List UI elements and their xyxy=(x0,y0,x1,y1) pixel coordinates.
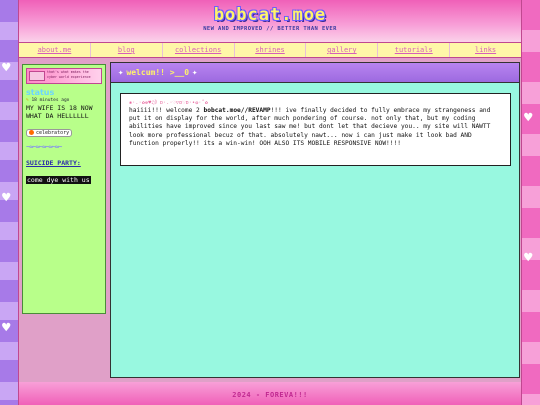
sidebar: that's what makes the cyber world experi… xyxy=(22,64,106,314)
site-logo[interactable]: bobcat.moe xyxy=(214,5,326,25)
post-intro: haiiii!!! welcome 2 xyxy=(129,107,204,114)
nav-item-blog[interactable]: blog xyxy=(91,43,163,57)
heart-icon: ♥ xyxy=(2,60,11,76)
site-header: bobcat.moe NEW AND IMPROVED // BETTER TH… xyxy=(19,0,521,42)
main-title-bar: ✦ welcum!! >__0 ✦ xyxy=(111,63,519,83)
site-footer: 2024 - FOREVA!!! xyxy=(19,382,521,405)
status-time-text: 18 minutes ago xyxy=(31,98,70,103)
heart-icon: ♥ xyxy=(524,110,533,126)
status-heading: status xyxy=(26,88,55,97)
sparkle-icon: ✦ xyxy=(118,67,124,78)
post-body: haiiii!!! welcome 2 bobcat.moe//REVAMP!!… xyxy=(129,107,502,148)
heart-icon: ♥ xyxy=(2,190,11,206)
page-title: welcum!! >__0 xyxy=(126,68,190,77)
welcome-post: ❀·.·✿❁♥♫》ɒ·.·♡▽ɒ♡ɒ·•❂·˚✿ haiiii!!! welco… xyxy=(120,93,511,166)
nav-item-tutorials[interactable]: tutorials xyxy=(378,43,451,57)
main-content: ✦ welcum!! >__0 ✦ ❀·.·✿❁♥♫》ɒ·.·♡▽ɒ♡ɒ·•❂·… xyxy=(110,62,520,378)
post-decoration: ❀·.·✿❁♥♫》ɒ·.·♡▽ɒ♡ɒ·•❂·˚✿ xyxy=(129,100,209,106)
mood-badge: celebratory xyxy=(26,128,73,137)
footer-text: 2024 - FOREVA!!! xyxy=(232,391,308,399)
nav-item-about[interactable]: about.me xyxy=(19,43,91,57)
heart-icon: ♥ xyxy=(524,250,533,266)
status-message: MY WIFE IS 18 NOW WHAT DA HELLLLLL xyxy=(26,104,93,120)
sparkle-divider: ~≈~≈~≈~≈~≈~ xyxy=(26,143,62,151)
party-link[interactable]: SUICIDE PARTY: xyxy=(26,159,102,167)
party-popper-icon xyxy=(29,130,34,135)
right-border-decoration: ♥ ♥ xyxy=(522,0,540,405)
nav-item-collections[interactable]: collections xyxy=(163,43,235,57)
sparkle-icon: ✦ xyxy=(192,67,198,78)
nav-item-shrines[interactable]: shrines xyxy=(235,43,307,57)
banner-text: that's what makes the cyber world experi… xyxy=(47,70,91,79)
left-border-decoration: ♥ ♥ ♥ xyxy=(0,0,18,405)
nav-item-links[interactable]: links xyxy=(450,43,521,57)
site-tagline: NEW AND IMPROVED // BETTER THAN EVER xyxy=(203,26,337,32)
mood-badge-label: celebratory xyxy=(36,129,70,136)
party-value: come dye with us xyxy=(26,176,91,184)
heart-icon: ♥ xyxy=(2,320,11,336)
banner-avatar-image xyxy=(29,71,45,81)
main-nav: about.me blog collections shrines galler… xyxy=(19,42,521,58)
status-timestamp: ✎ 18 minutes ago xyxy=(26,98,102,103)
post-highlight: bobcat.moe//REVAMP xyxy=(203,107,271,114)
clock-icon: ✎ xyxy=(26,98,29,103)
sidebar-banner[interactable]: that's what makes the cyber world experi… xyxy=(26,68,102,84)
page-frame: bobcat.moe NEW AND IMPROVED // BETTER TH… xyxy=(18,0,522,405)
nav-item-gallery[interactable]: gallery xyxy=(306,43,379,57)
